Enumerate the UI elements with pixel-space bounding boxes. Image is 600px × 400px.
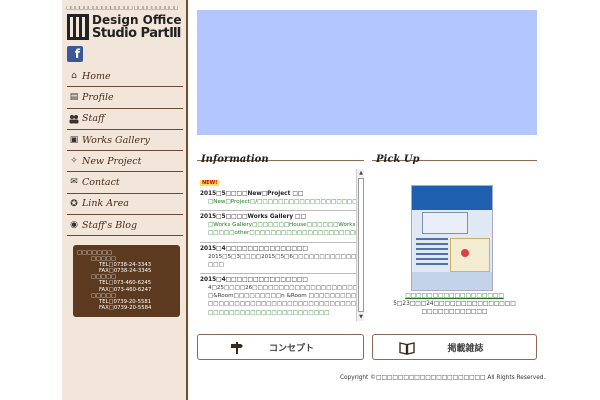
entry-title: 2015□4□□□□□□□□□□□□□□□ bbox=[200, 277, 308, 284]
nav-item-home[interactable]: ⌂ Home bbox=[67, 66, 183, 88]
facebook-icon[interactable]: f bbox=[67, 46, 83, 62]
pickup-content: □□□□□□□□□□□□□□□□□□ 5□23□□□24□□□□□□□□□□□□… bbox=[372, 162, 537, 322]
nav-item-new-project[interactable]: ✧ New Project bbox=[67, 151, 183, 173]
nav-label: Staff's Blog bbox=[82, 219, 138, 231]
entry-link[interactable]: □□□□□other□□□□□□□□□□□□□□□□□□□□□□□□□□□□□□… bbox=[200, 229, 356, 237]
flyer-footer bbox=[412, 272, 492, 290]
entry-text: 2015□5□3□□□□2015□5□6□□□□□□□□□□□□□□□□□□□□… bbox=[208, 253, 356, 260]
flyer-house-photo bbox=[422, 212, 468, 234]
open-book-icon bbox=[399, 341, 415, 355]
sidebar: □□□□□□□□□□□□□□□ □□□□□□□□□□ Design Office… bbox=[62, 0, 188, 400]
main-nav: ⌂ Home ▤ Profile Staff ▣ Works Gallery ✧… bbox=[67, 66, 183, 237]
site-logo[interactable]: Design Office Studio PartⅢ bbox=[67, 14, 187, 42]
list-item: 2015□4□□□□□□□□□□□□□□□ 4□25□□□□26□□□□□□□□… bbox=[200, 274, 356, 321]
entry-title: 2015□5□□□□New□Project □□ bbox=[200, 191, 304, 197]
new-badge: NEW! bbox=[200, 180, 220, 186]
nav-item-link-area[interactable]: ✪ Link Area bbox=[67, 194, 183, 216]
concept-label: コンセプト bbox=[268, 343, 314, 354]
information-list: NEW! 2015□5□□□□New□Project □□ □New□Proje… bbox=[197, 169, 364, 321]
nav-label: Staff bbox=[82, 113, 105, 125]
logo-text-design-office: Design Office bbox=[92, 13, 182, 27]
scroll-down-icon[interactable]: ▼ bbox=[357, 313, 364, 321]
list-item: 2015□5□□□□New□Project □□ □New□Project□/□… bbox=[200, 188, 356, 212]
nav-label: Profile bbox=[82, 91, 114, 103]
information-content: NEW! 2015□5□□□□New□Project □□ □New□Proje… bbox=[197, 169, 356, 321]
flyer-header bbox=[412, 186, 492, 210]
nav-item-profile[interactable]: ▤ Profile bbox=[67, 87, 183, 109]
nav-item-staff[interactable]: Staff bbox=[67, 109, 183, 130]
information-heading: Information bbox=[197, 147, 364, 165]
magazine-button[interactable]: 掲載雑誌 bbox=[372, 334, 537, 360]
nav-label: Home bbox=[82, 70, 111, 82]
entry-link[interactable]: □Works Gallery□□□□□□□House□□□□□□Works Ga… bbox=[200, 221, 356, 229]
nav-item-contact[interactable]: ✉ Contact bbox=[67, 172, 183, 194]
hero-banner bbox=[197, 10, 537, 135]
entry-link[interactable]: □□□□□□□□□□□□□□□□□□□□□□□ bbox=[200, 309, 356, 317]
flyer-text-block bbox=[416, 238, 448, 272]
nav-label: New Project bbox=[82, 155, 142, 167]
nav-item-works-gallery[interactable]: ▣ Works Gallery bbox=[67, 130, 183, 152]
pickup-caption-line: 5□23□□□24□□□□□□□□□□□□□□□ bbox=[393, 300, 516, 307]
entry-link[interactable]: □New□Project□/□□□□□□□□□□□□□□□□□□□□□□□□□□… bbox=[200, 198, 356, 206]
signpost-icon bbox=[230, 341, 244, 355]
nav-label: Works Gallery bbox=[82, 134, 150, 146]
flyer-map bbox=[450, 238, 490, 272]
mail-icon: ✉ bbox=[70, 177, 78, 188]
entry-text: □□□□□□□□□□□□□□□□□□□□□□□□□□□□□□□□□□□□□□ bbox=[208, 301, 356, 308]
pickup-link[interactable]: □□□□□□□□□□□□□□□□□□ bbox=[372, 293, 537, 301]
concept-button[interactable]: コンセプト bbox=[197, 334, 364, 360]
entry-text: 4□25□□□□26□□□□□□□□□□□□□□□□□□□□□□□□□□□□□ bbox=[208, 285, 356, 292]
magazine-label: 掲載雑誌 bbox=[447, 343, 484, 354]
pickup-caption-line: □□□□□□□□□□□□ bbox=[421, 308, 488, 315]
information-scrollbar[interactable]: ▲ ▼ bbox=[356, 169, 364, 321]
profile-card-icon: ▤ bbox=[69, 92, 79, 103]
entry-title: 2015□5□□□□Works Gallery □□ bbox=[200, 214, 307, 221]
home-icon: ⌂ bbox=[71, 71, 77, 81]
tagline: □□□□□□□□□□□□□□□ □□□□□□□□□□ bbox=[66, 6, 178, 11]
pickup-flyer-image[interactable] bbox=[411, 185, 493, 291]
list-item: 2015□5□□□□Works Gallery □□ □Works Galler… bbox=[200, 211, 356, 243]
magic-wand-icon: ✧ bbox=[70, 156, 78, 167]
address-box: □□□□□□□ □□□□□ TEL□0738-24-3343 FAX□0738-… bbox=[73, 245, 180, 317]
logo-text-studio-part: Studio PartⅢ bbox=[92, 26, 181, 41]
entry-text: □&Room□□□□□□□□□n &Room □□□□□□□□□□□□□□□□□… bbox=[208, 293, 356, 300]
nav-item-staff-blog[interactable]: ◉ Staff's Blog bbox=[67, 215, 183, 237]
people-icon bbox=[69, 114, 79, 124]
pickup-heading: Pick Up bbox=[372, 147, 537, 165]
nav-label: Link Area bbox=[82, 198, 129, 210]
office-fax: FAX□0739-20-5584 bbox=[99, 304, 152, 311]
information-title: Information bbox=[201, 154, 269, 165]
pickup-caption: □□□□□□□□□□□□□□□□□□ 5□23□□□24□□□□□□□□□□□□… bbox=[372, 293, 537, 316]
ribbon-icon: ✪ bbox=[70, 198, 78, 209]
list-item: 2015□4□□□□□□□□□□□□□□□ 2015□5□3□□□□2015□5… bbox=[200, 243, 356, 275]
nav-label: Contact bbox=[82, 177, 120, 189]
scroll-thumb[interactable] bbox=[358, 178, 364, 312]
entry-text: □□□ bbox=[208, 261, 224, 268]
rss-icon: ◉ bbox=[70, 220, 78, 231]
copyright: Copyright ©□□□□□□□□□□□□□□□□□□□□ All Righ… bbox=[340, 375, 546, 381]
scroll-up-icon[interactable]: ▲ bbox=[357, 169, 364, 177]
entry-title: 2015□4□□□□□□□□□□□□□□□ bbox=[200, 245, 308, 252]
gallery-icon: ▣ bbox=[69, 134, 79, 145]
page: □□□□□□□□□□□□□□□ □□□□□□□□□□ Design Office… bbox=[0, 0, 600, 400]
logo-mark-icon bbox=[67, 14, 89, 40]
